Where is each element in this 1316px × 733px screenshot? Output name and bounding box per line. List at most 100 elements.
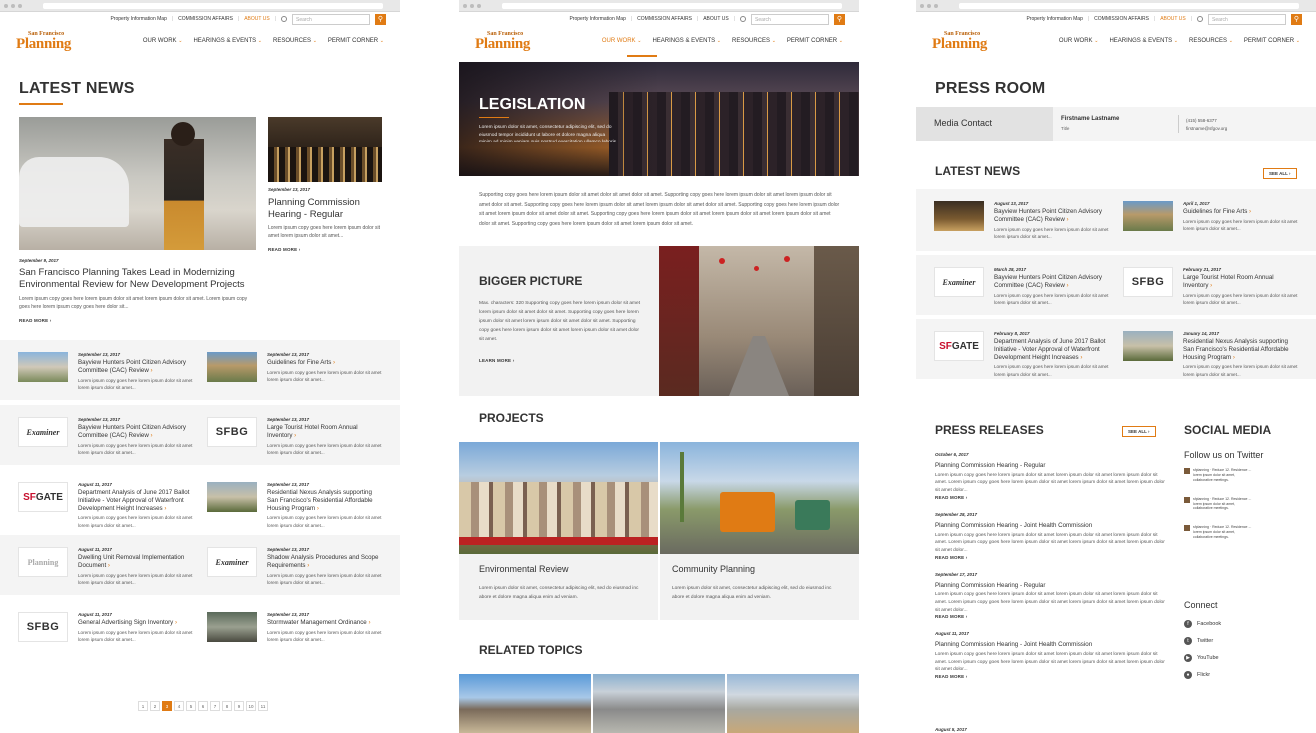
nav-resources[interactable]: RESOURCES ⌄ — [732, 38, 776, 44]
related-image-2[interactable] — [593, 674, 725, 733]
feature-image[interactable] — [19, 117, 256, 250]
commission-link[interactable]: COMMISSION AFFAIRS — [1094, 16, 1149, 22]
project-card-community[interactable]: Community Planning Lorem ipsum dolor sit… — [660, 554, 859, 620]
commission-link[interactable]: COMMISSION AFFAIRS — [637, 16, 692, 22]
news-thumbnail[interactable] — [207, 352, 257, 382]
news-item[interactable]: September 13, 2017 Guidelines for Fine Ar… — [207, 352, 382, 388]
page-8-button[interactable]: 8 — [222, 701, 232, 711]
nav-hearings[interactable]: HEARINGS & EVENTS ⌄ — [652, 38, 721, 44]
feature-read-more[interactable]: READ MORE › — [19, 318, 51, 323]
site-logo[interactable]: San Francisco Planning — [16, 31, 71, 52]
globe-icon[interactable] — [281, 16, 287, 22]
news-title[interactable]: Stormwater Management Ordinance › — [267, 619, 382, 627]
press-release-item[interactable]: September 28, 2017 Planning Commission He… — [935, 512, 1165, 560]
news-item[interactable]: SF GATE February 8, 2017 Department Analysi… — [934, 331, 1109, 377]
page-3-button[interactable]: 3 — [162, 701, 172, 711]
publication-logo[interactable]: SFBG — [1123, 267, 1173, 297]
press-title[interactable]: Planning Commission Hearing - Regular — [935, 582, 1165, 590]
related-image-1[interactable] — [459, 674, 591, 733]
nav-resources[interactable]: RESOURCES ⌄ — [1189, 38, 1233, 44]
news-thumbnail[interactable] — [1123, 331, 1173, 361]
press-read-more[interactable]: READ MORE › — [935, 495, 1165, 500]
news-item[interactable]: Planning August 11, 2017 Dwelling Unit Rem… — [18, 547, 193, 585]
news-title[interactable]: Residential Nexus Analysis supporting Sa… — [267, 489, 382, 512]
publication-logo[interactable]: Examiner — [207, 547, 257, 577]
search-input[interactable]: Search — [751, 13, 829, 25]
side-news-image[interactable] — [268, 117, 382, 182]
news-title[interactable]: Department Analysis of June 2017 Ballot … — [78, 489, 193, 512]
site-logo[interactable]: San Francisco Planning — [475, 31, 530, 52]
related-image-3[interactable] — [727, 674, 859, 733]
project-image-environmental[interactable] — [459, 442, 658, 554]
map-link[interactable]: Property Information Map — [1026, 16, 1082, 22]
news-item[interactable]: January 14, 2017 Residential Nexus Analys… — [1123, 331, 1298, 377]
page-4-button[interactable]: 4 — [174, 701, 184, 711]
press-release-item[interactable]: September 17, 2017 Planning Commission He… — [935, 572, 1165, 620]
side-title[interactable]: Planning Commission Hearing - Regular — [268, 197, 388, 221]
see-all-news-button[interactable]: SEE ALL › — [1263, 168, 1297, 179]
page-2-button[interactable]: 2 — [150, 701, 160, 711]
news-title[interactable]: Bayview Hunters Point Citizen Advisory C… — [994, 208, 1109, 224]
news-item[interactable]: August 13, 2017 Bayview Hunters Point Cit… — [934, 201, 1109, 239]
project-title[interactable]: Environmental Review — [479, 564, 569, 575]
press-title[interactable]: Planning Commission Hearing - Regular — [935, 462, 1165, 470]
learn-more-link[interactable]: LEARN MORE › — [479, 358, 514, 363]
project-image-community[interactable] — [660, 442, 859, 554]
news-item[interactable]: September 13, 2017 Residential Nexus Anal… — [207, 482, 382, 528]
news-title[interactable]: Bayview Hunters Point Citizen Advisory C… — [994, 274, 1109, 290]
nav-our-work[interactable]: OUR WORK ⌄ — [1059, 38, 1099, 44]
search-button[interactable]: ⚲ — [834, 13, 845, 25]
publication-logo[interactable]: SFBG — [207, 417, 257, 447]
nav-permit[interactable]: PERMIT CORNER ⌄ — [1244, 38, 1300, 44]
news-title[interactable]: Guidelines for Fine Arts › — [267, 359, 382, 367]
news-title[interactable]: Dwelling Unit Removal Implementation Doc… — [78, 554, 193, 570]
news-item[interactable]: September 13, 2017 Bayview Hunters Point … — [18, 352, 193, 390]
news-title[interactable]: Large Tourist Hotel Room Annual Inventor… — [1183, 274, 1298, 290]
page-7-button[interactable]: 7 — [210, 701, 220, 711]
side-read-more[interactable]: READ MORE › — [268, 247, 300, 252]
news-title[interactable]: Guidelines for Fine Arts › — [1183, 208, 1298, 216]
contact-email[interactable]: firstname@sfgov.org — [1186, 126, 1227, 131]
follow-twitter-label[interactable]: Follow us on Twitter — [1184, 450, 1263, 460]
news-title[interactable]: Bayview Hunters Point Citizen Advisory C… — [78, 359, 193, 375]
search-input[interactable]: Search — [1208, 13, 1286, 25]
news-item[interactable]: SFBG February 21, 2017 Large Tourist Hotel… — [1123, 267, 1298, 305]
news-title[interactable]: Residential Nexus Analysis supporting Sa… — [1183, 338, 1298, 361]
news-item[interactable]: SFBG September 13, 2017 Large Tourist Hote… — [207, 417, 382, 455]
chinatown-image[interactable] — [659, 246, 859, 396]
publication-logo[interactable]: SF GATE — [934, 331, 984, 361]
press-release-item[interactable]: August 11, 2017 Planning Commission Heari… — [935, 631, 1165, 679]
social-link-flickr[interactable]: ● Flickr — [1184, 671, 1221, 679]
social-link-facebook[interactable]: f Facebook — [1184, 620, 1221, 628]
news-thumbnail[interactable] — [207, 612, 257, 642]
search-button[interactable]: ⚲ — [1291, 13, 1302, 25]
map-link[interactable]: Property Information Map — [569, 16, 625, 22]
page-1-button[interactable]: 1 — [138, 701, 148, 711]
news-thumbnail[interactable] — [18, 352, 68, 382]
page-6-button[interactable]: 6 — [198, 701, 208, 711]
feature-title[interactable]: San Francisco Planning Takes Lead in Mod… — [19, 267, 259, 291]
nav-permit[interactable]: PERMIT CORNER ⌄ — [787, 38, 843, 44]
publication-logo[interactable]: Examiner — [18, 417, 68, 447]
press-title[interactable]: Planning Commission Hearing - Joint Heal… — [935, 522, 1165, 530]
news-thumbnail[interactable] — [934, 201, 984, 231]
about-link[interactable]: ABOUT US — [244, 16, 269, 22]
publication-logo[interactable]: Examiner — [934, 267, 984, 297]
search-button[interactable]: ⚲ — [375, 13, 386, 25]
globe-icon[interactable] — [1197, 16, 1203, 22]
news-title[interactable]: Bayview Hunters Point Citizen Advisory C… — [78, 424, 193, 440]
project-card-environmental[interactable]: Environmental Review Lorem ipsum dolor s… — [459, 554, 658, 620]
press-read-more[interactable]: READ MORE › — [935, 674, 1165, 679]
news-thumbnail[interactable] — [1123, 201, 1173, 231]
press-title[interactable]: Planning Commission Hearing - Joint Heal… — [935, 641, 1165, 649]
publication-logo[interactable]: SF GATE — [18, 482, 68, 512]
press-read-more[interactable]: READ MORE › — [935, 555, 1165, 560]
press-read-more[interactable]: READ MORE › — [935, 614, 1165, 619]
about-link[interactable]: ABOUT US — [1160, 16, 1185, 22]
news-item[interactable]: September 13, 2017 Stormwater Management … — [207, 612, 382, 648]
news-title[interactable]: Department Analysis of June 2017 Ballot … — [994, 338, 1109, 361]
nav-hearings[interactable]: HEARINGS & EVENTS ⌄ — [193, 38, 262, 44]
twitter-feed[interactable]: sfplanning · Reduce 12. Residence ... lo… — [1184, 468, 1254, 546]
nav-resources[interactable]: RESOURCES ⌄ — [273, 38, 317, 44]
map-link[interactable]: Property Information Map — [110, 16, 166, 22]
